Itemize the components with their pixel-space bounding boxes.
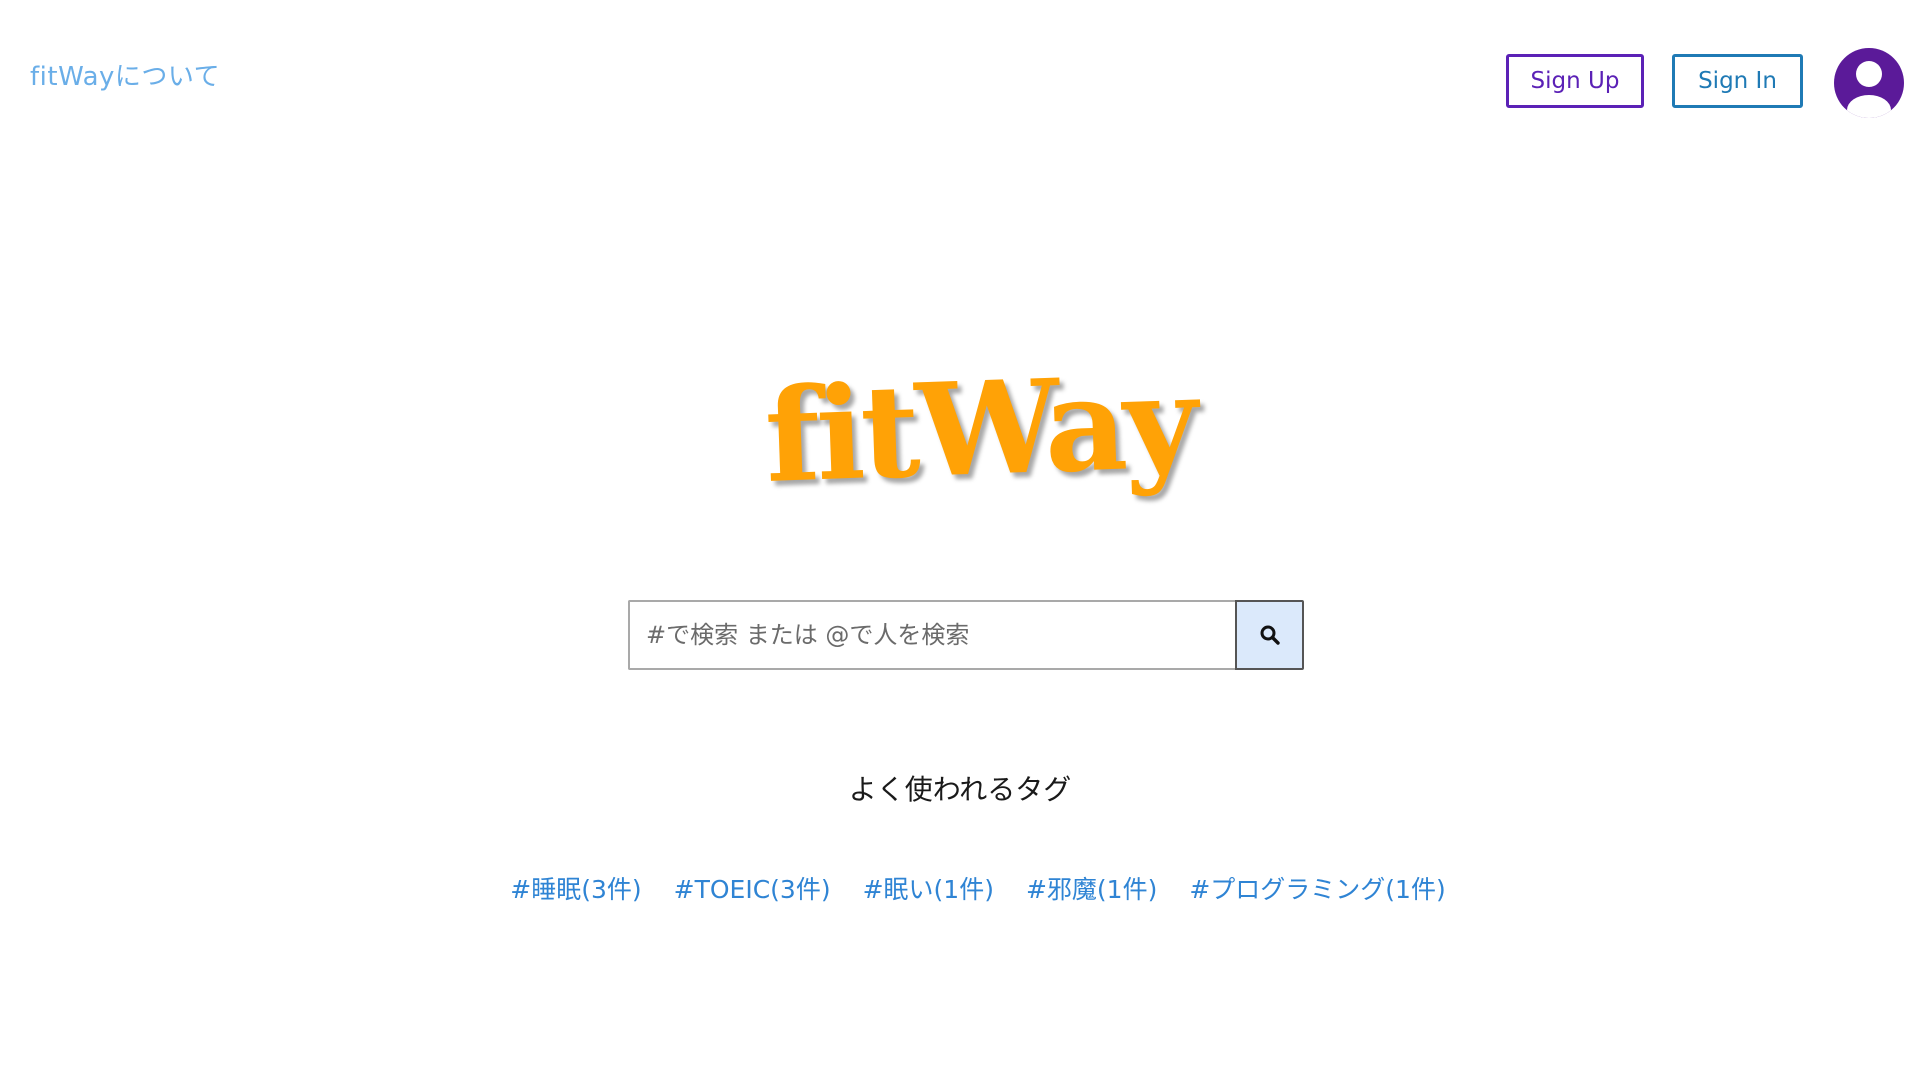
logo-text: fitWay: [762, 347, 1197, 512]
sign-in-button[interactable]: Sign In: [1672, 54, 1803, 108]
user-avatar-icon[interactable]: [1834, 48, 1904, 118]
tag-link[interactable]: #プログラミング(1件): [1189, 870, 1445, 906]
search-input[interactable]: [628, 600, 1235, 670]
search-bar: [628, 600, 1304, 670]
popular-tags-heading: よく使われるタグ: [848, 773, 1072, 806]
about-fitway-link[interactable]: fitWayについて: [30, 56, 220, 93]
home-page: fitWayについて Sign Up Sign In fitWay よく使われる…: [0, 0, 1920, 1080]
fitway-logo: fitWay: [763, 347, 1197, 525]
tag-link[interactable]: #眠い(1件): [863, 870, 994, 906]
user-silhouette-icon: [1847, 61, 1891, 118]
search-button[interactable]: [1235, 600, 1304, 670]
sign-up-button[interactable]: Sign Up: [1506, 54, 1644, 108]
search-icon: [1260, 625, 1280, 645]
tag-link[interactable]: #睡眠(3件): [510, 870, 641, 906]
popular-tags-list: #睡眠(3件) #TOEIC(3件) #眠い(1件) #邪魔(1件) #プログラ…: [0, 870, 1920, 906]
tag-link[interactable]: #TOEIC(3件): [674, 870, 831, 906]
tag-link[interactable]: #邪魔(1件): [1026, 870, 1157, 906]
